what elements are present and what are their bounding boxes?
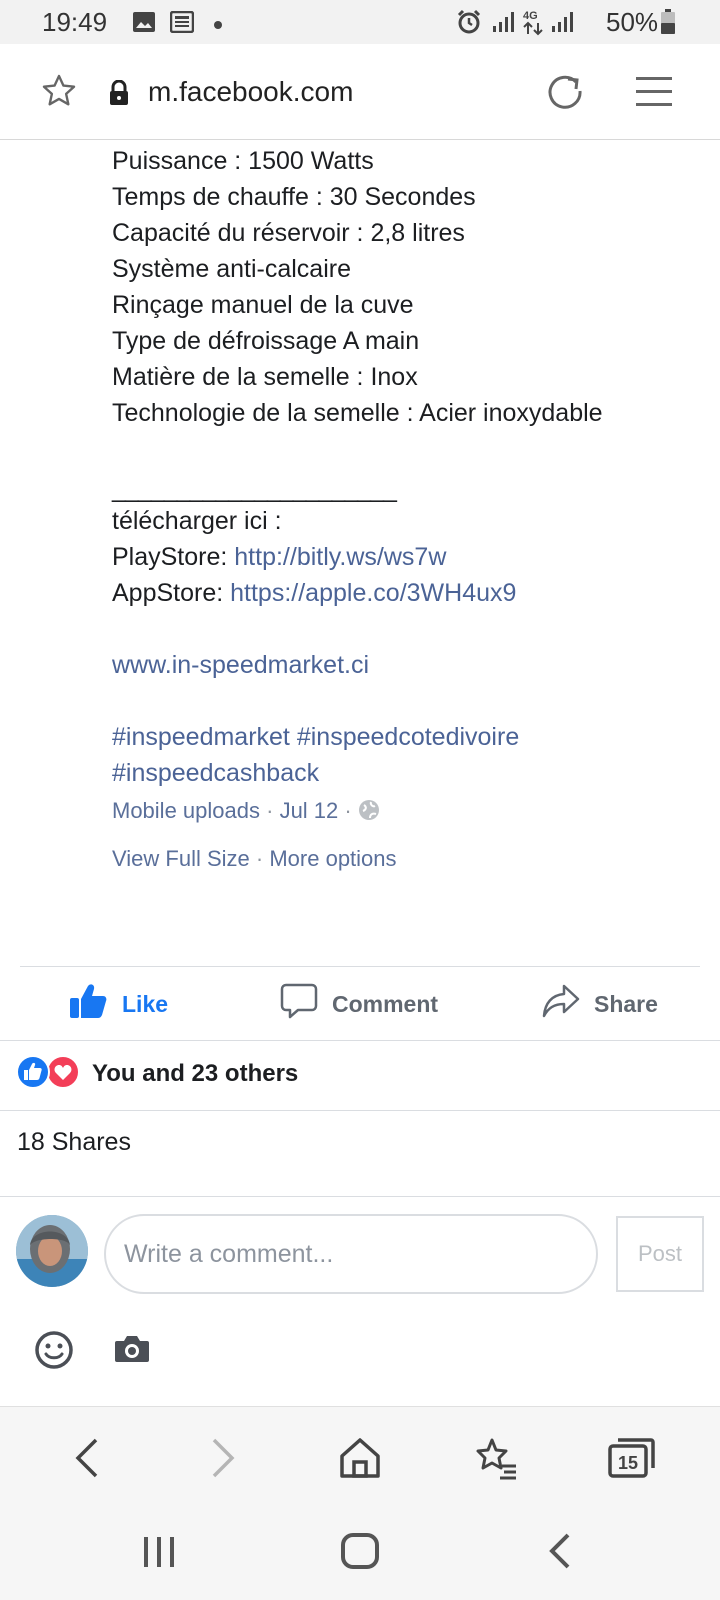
like-button[interactable]: Like	[68, 980, 168, 1028]
view-full-size-link[interactable]: View Full Size	[112, 846, 250, 871]
post-date[interactable]: Jul 12	[280, 798, 339, 823]
meta-separator: ·	[255, 846, 264, 871]
url-text[interactable]: m.facebook.com	[148, 76, 353, 108]
spec-line: Technologie de la semelle : Acier inoxyd…	[112, 399, 603, 427]
download-label: télécharger ici :	[112, 507, 282, 535]
hashtag-link[interactable]: #inspeedcashback	[112, 759, 319, 787]
comment-button[interactable]: Comment	[280, 980, 438, 1028]
menu-icon[interactable]	[636, 76, 672, 113]
hashtags-line: #inspeedmarket #inspeedcotedivoire	[112, 719, 712, 755]
spec-line: Rinçage manuel de la cuve	[112, 291, 414, 319]
divider	[20, 966, 700, 967]
divider	[0, 1110, 720, 1111]
playstore-label: PlayStore:	[112, 543, 235, 571]
battery-percent: 50%	[606, 7, 659, 37]
comment-label: Comment	[332, 990, 439, 1017]
thumbs-up-icon	[68, 982, 122, 1026]
news-icon	[169, 10, 195, 38]
tabs-count: 15	[618, 1453, 638, 1473]
image-icon	[132, 11, 156, 38]
dot-icon	[213, 17, 223, 35]
like-label: Like	[122, 990, 169, 1017]
reactions-text: You and 23 others	[92, 1060, 299, 1087]
spec-line: Type de défroissage A main	[112, 327, 420, 355]
playstore-link[interactable]: http://bitly.ws/ws7w	[234, 543, 446, 571]
signal-icon	[551, 10, 575, 39]
star-icon[interactable]	[40, 72, 78, 115]
home-button-icon[interactable]	[340, 1531, 380, 1576]
post-links-block: télécharger ici : PlayStore: http://bitl…	[112, 503, 712, 791]
divider	[0, 1196, 720, 1197]
website-link[interactable]: www.in-speedmarket.ci	[112, 651, 369, 679]
love-reaction-icon	[46, 1054, 80, 1094]
meta-separator: ·	[344, 798, 352, 823]
post-button[interactable]: Post	[616, 1216, 704, 1292]
more-options-link[interactable]: More options	[269, 846, 396, 871]
playstore-line: PlayStore: http://bitly.ws/ws7w	[112, 539, 712, 575]
hashtag-link[interactable]: #inspeedcotedivoire	[297, 723, 519, 751]
4g-icon: 4G	[522, 8, 544, 41]
spec-line: Matière de la semelle : Inox	[112, 363, 418, 391]
post-spec-list: Puissance : 1500 Watts Temps de chauffe …	[112, 143, 712, 431]
alarm-icon	[456, 9, 482, 40]
share-button[interactable]: Share	[542, 980, 658, 1028]
comment-icon	[280, 982, 332, 1026]
emoji-icon[interactable]	[34, 1330, 74, 1375]
avatar	[16, 1215, 88, 1287]
share-label: Share	[594, 990, 658, 1017]
appstore-label: AppStore:	[112, 579, 231, 607]
text-separator: ______________________	[112, 475, 397, 503]
home-icon[interactable]	[338, 1436, 382, 1485]
spec-line: Capacité du réservoir : 2,8 litres	[112, 219, 465, 247]
lock-icon	[108, 79, 130, 111]
globe-icon	[358, 799, 380, 827]
status-time: 19:49	[42, 7, 108, 37]
appstore-line: AppStore: https://apple.co/3WH4ux9	[112, 575, 712, 611]
like-reaction-icon	[16, 1054, 50, 1094]
comment-input[interactable]	[104, 1214, 598, 1294]
reload-icon[interactable]	[546, 72, 584, 115]
post-meta: Mobile uploads · Jul 12 ·	[112, 798, 380, 827]
battery-icon	[660, 9, 676, 40]
camera-icon[interactable]	[114, 1334, 150, 1369]
bookmarks-icon[interactable]	[474, 1436, 518, 1485]
share-icon	[542, 983, 594, 1025]
appstore-link[interactable]: https://apple.co/3WH4ux9	[230, 579, 516, 607]
album-link[interactable]: Mobile uploads	[112, 798, 260, 823]
spec-line: Temps de chauffe : 30 Secondes	[112, 183, 476, 211]
status-bar: 19:49 4G 50%	[0, 0, 720, 44]
signal-icon	[492, 10, 516, 39]
reactions-summary[interactable]: You and 23 others	[16, 1054, 298, 1094]
website-line: www.in-speedmarket.ci	[112, 647, 712, 683]
post-options: View Full Size · More options	[112, 846, 397, 872]
meta-separator: ·	[266, 798, 274, 823]
hashtags-line: #inspeedcashback	[112, 755, 712, 791]
spec-line: Puissance : 1500 Watts	[112, 147, 374, 175]
divider	[0, 1040, 720, 1041]
spec-line: Système anti-calcaire	[112, 255, 351, 283]
tabs-icon[interactable]: 15	[608, 1436, 656, 1485]
browser-url-bar: m.facebook.com	[0, 44, 720, 140]
back-arrow-icon[interactable]	[72, 1436, 102, 1485]
hashtag-link[interactable]: #inspeedmarket	[112, 723, 290, 751]
shares-count[interactable]: 18 Shares	[17, 1128, 131, 1157]
nav-back-icon[interactable]	[546, 1531, 576, 1576]
forward-arrow-icon[interactable]	[208, 1436, 238, 1485]
recent-apps-icon[interactable]	[142, 1531, 176, 1576]
svg-text:4G: 4G	[523, 10, 538, 22]
